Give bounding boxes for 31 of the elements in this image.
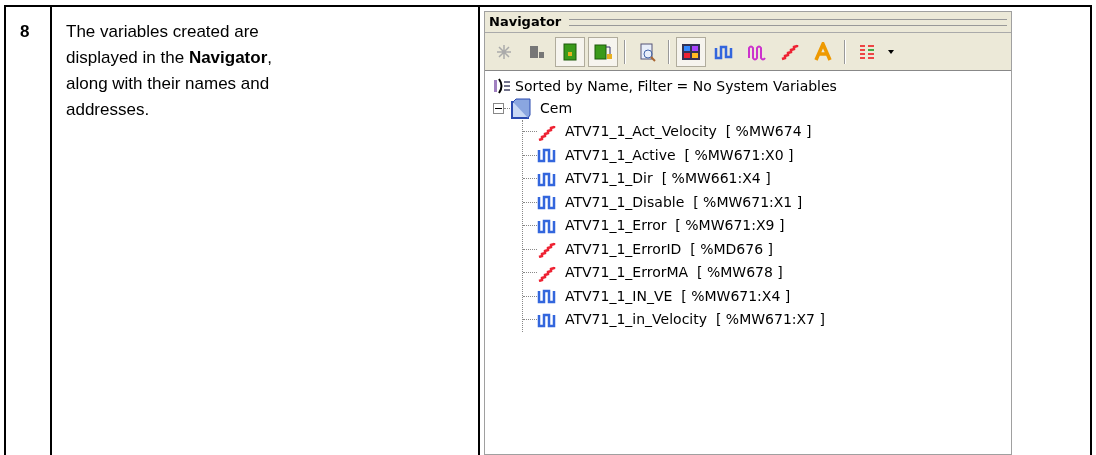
dropdown-icon — [888, 49, 894, 54]
box-icon — [560, 41, 580, 62]
variable-label[interactable]: ATV71_1_Error [ %MW671:X9 ] — [565, 215, 785, 237]
pulse-icon — [537, 193, 557, 212]
variable-label[interactable]: ATV71_1_ErrorID [ %MD676 ] — [565, 238, 773, 260]
variable-label[interactable]: ATV71_1_Act_Velocity [ %MW674 ] — [565, 121, 812, 143]
variable-label[interactable]: ATV71_1_ErrorMA [ %MW678 ] — [565, 262, 783, 284]
linked-box-icon — [593, 41, 613, 62]
sort-filter-label: Sorted by Name, Filter = No System Variables — [515, 76, 837, 96]
step-description: The variables created are displayed in the Navigator, along with their names and addresses. — [66, 21, 274, 121]
variable-label[interactable]: ATV71_1_IN_VE [ %MW671:X4 ] — [565, 285, 791, 307]
pulse-icon — [537, 146, 557, 165]
step-number: 8 — [20, 22, 30, 41]
variable-label[interactable]: ATV71_1_Active [ %MW671:X0 ] — [565, 144, 794, 166]
collapse-toggle[interactable] — [493, 103, 504, 114]
variable-label[interactable]: ATV71_1_Dir [ %MW661:X4 ] — [565, 168, 771, 190]
pulse-icon — [537, 287, 557, 306]
sort-filter-icon — [493, 78, 511, 94]
letter-icon — [813, 41, 833, 62]
panel-title: Navigator — [489, 13, 562, 32]
box-button[interactable] — [555, 36, 585, 67]
document-search-icon — [637, 41, 657, 62]
minus-icon — [495, 105, 502, 112]
linked-box-button[interactable] — [588, 36, 618, 67]
tree-folder-label[interactable]: Cem — [540, 98, 573, 119]
grid-button[interactable] — [676, 36, 706, 67]
grid-icon — [681, 41, 701, 62]
variable-label[interactable]: ATV71_1_Disable [ %MW671:X1 ] — [565, 191, 803, 213]
cube-icon — [510, 97, 532, 120]
ramp-icon — [537, 240, 557, 259]
variable-label[interactable]: ATV71_1_in_Velocity [ %MW671:X7 ] — [565, 309, 825, 331]
